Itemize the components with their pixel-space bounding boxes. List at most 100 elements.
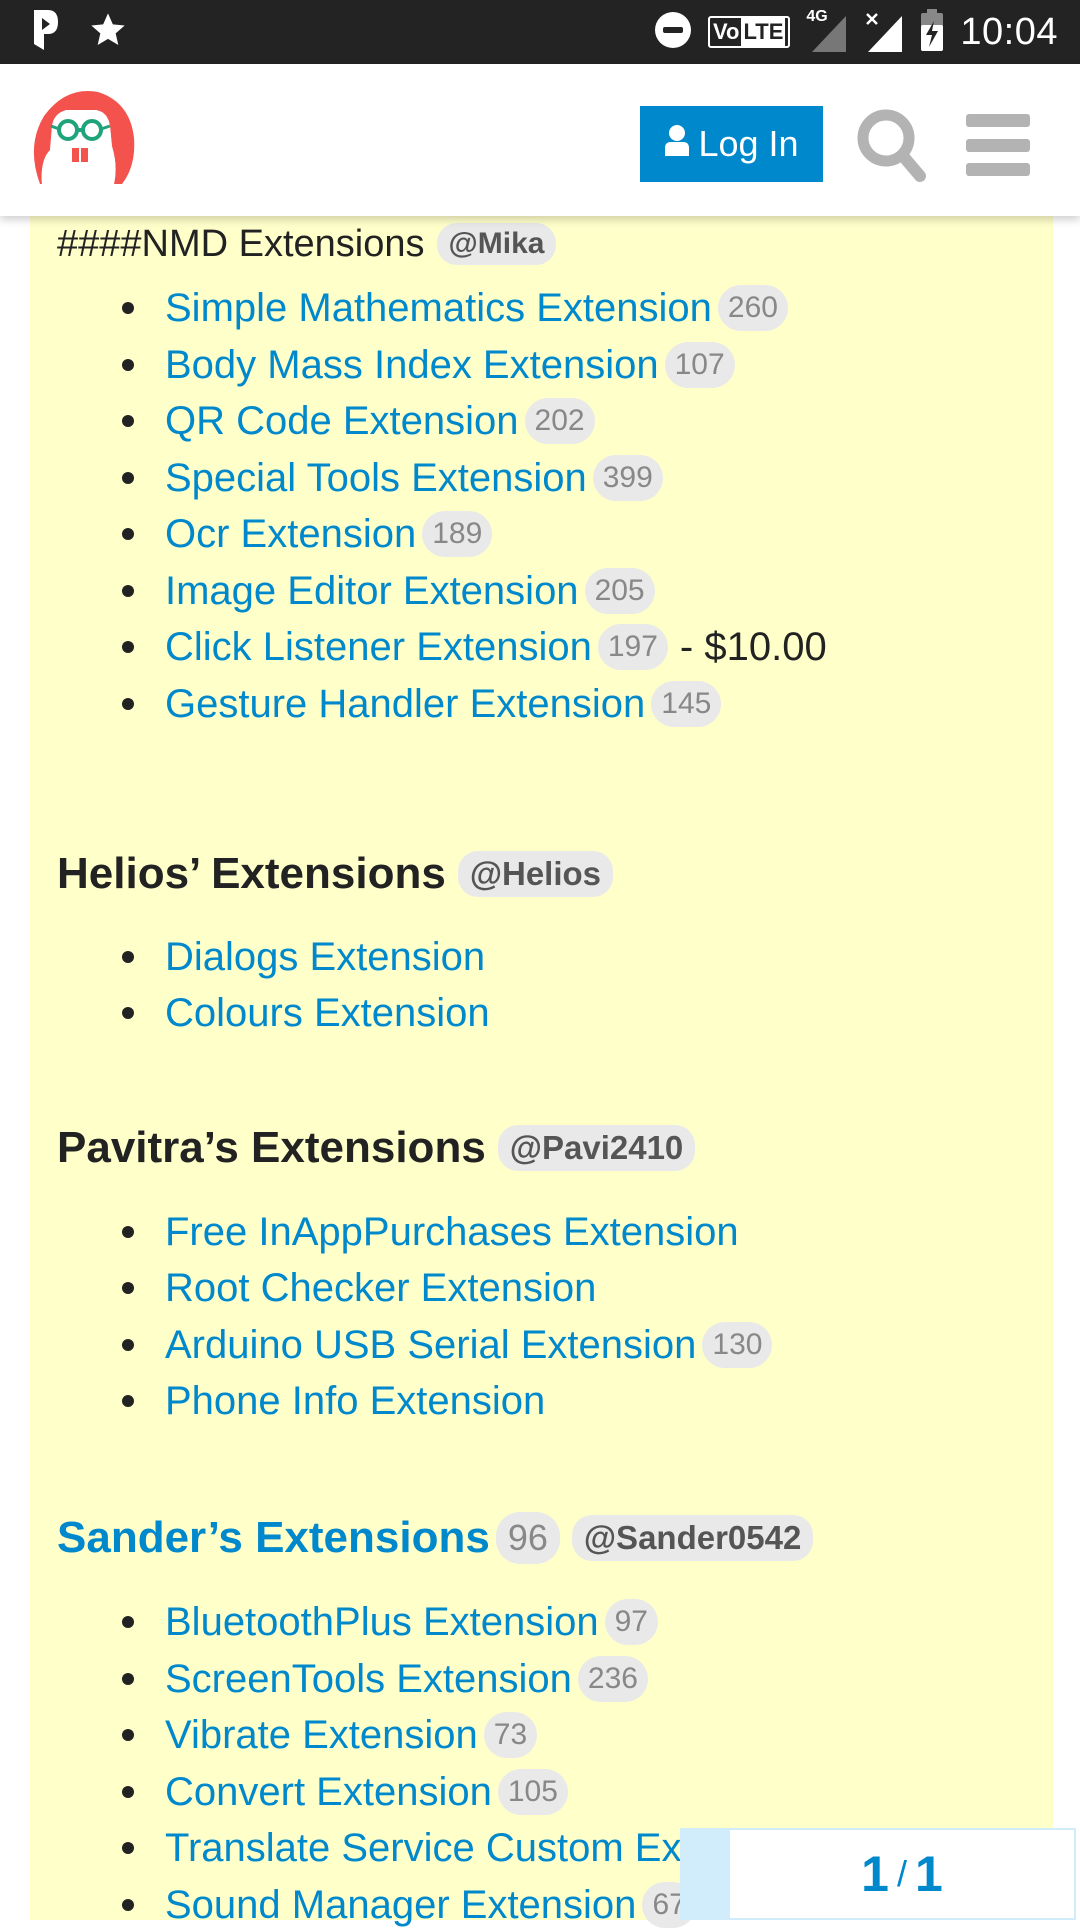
extension-link[interactable]: Root Checker Extension [165, 1266, 596, 1311]
extension-title: Ocr Extension [165, 511, 417, 556]
current-post-number: 1 [861, 1846, 889, 1902]
user-mention[interactable]: @Pavi2410 [497, 1125, 696, 1171]
bullet [122, 1616, 134, 1628]
click-count-badge: 202 [524, 398, 595, 444]
bullet [122, 698, 134, 710]
do-not-disturb-icon [654, 11, 692, 54]
volte-lte-label: LTE [741, 18, 786, 46]
click-count-badge: 107 [664, 342, 735, 388]
extension-title: Vibrate Extension [165, 1712, 478, 1757]
extension-link[interactable]: Ocr Extension 189 [165, 511, 493, 557]
bullet [122, 302, 134, 314]
extension-link[interactable]: Free InAppPurchases Extension [165, 1210, 739, 1255]
bullet [122, 1899, 134, 1911]
bullet [122, 1842, 134, 1854]
click-count-badge: 96 [495, 1512, 560, 1564]
extension-link[interactable]: Sound Manager Extension 67 [165, 1882, 696, 1928]
bullet [122, 1226, 134, 1238]
bullet [122, 359, 134, 371]
status-bar: Vo LTE 4G 10:04 [0, 0, 1080, 64]
section-heading-pavitra: Pavitra’s Extensions @Pavi2410 [57, 1118, 696, 1178]
extension-link[interactable]: Vibrate Extension 73 [165, 1712, 538, 1758]
hamburger-menu-button[interactable] [966, 114, 1030, 176]
battery-charging-icon [920, 8, 944, 56]
extension-link[interactable]: BluetoothPlus Extension 97 [165, 1599, 658, 1645]
extension-title: Click Listener Extension [165, 624, 592, 669]
extension-link[interactable]: Click Listener Extension 197- $10.00 [165, 624, 827, 670]
click-count-badge: 105 [497, 1769, 568, 1815]
section-title: ####NMD Extensions [57, 222, 425, 265]
extension-title: Convert Extension [165, 1769, 492, 1814]
extension-title: Phone Info Extension [165, 1378, 546, 1423]
bullet [122, 641, 134, 653]
bullet [122, 1007, 134, 1019]
user-mention[interactable]: @Sander0542 [571, 1515, 814, 1561]
login-label: Log In [698, 123, 799, 164]
extension-link[interactable]: Gesture Handler Extension 145 [165, 681, 722, 727]
extension-title: Simple Mathematics Extension [165, 285, 712, 330]
counter-separator: / [896, 1853, 907, 1894]
extension-link[interactable]: Simple Mathematics Extension 260 [165, 285, 788, 331]
pocket-casts-icon [30, 8, 60, 57]
extension-title: Special Tools Extension [165, 455, 587, 500]
click-count-badge: 145 [651, 681, 722, 727]
user-icon [664, 123, 690, 165]
extension-link[interactable]: Phone Info Extension [165, 1379, 545, 1424]
user-mention[interactable]: @Mika [436, 223, 557, 265]
menu-bar [966, 138, 1030, 152]
bullet [122, 951, 134, 963]
extension-link[interactable]: ScreenTools Extension 236 [165, 1656, 648, 1702]
search-button[interactable] [856, 108, 928, 184]
click-count-badge: 197 [597, 624, 668, 670]
section-title-link[interactable]: Sander’s Extensions [57, 1513, 490, 1563]
extension-link[interactable]: Body Mass Index Extension 107 [165, 342, 735, 388]
extension-link[interactable]: Dialogs Extension [165, 935, 485, 980]
extension-link[interactable]: QR Code Extension 202 [165, 398, 595, 444]
bullet [122, 1786, 134, 1798]
extension-link[interactable]: Arduino USB Serial Extension 130 [165, 1322, 773, 1368]
bullet [122, 415, 134, 427]
price-label: - $10.00 [679, 624, 827, 669]
bullet [122, 1339, 134, 1351]
bullet [122, 1673, 134, 1685]
extension-title: Arduino USB Serial Extension [165, 1322, 697, 1367]
click-count-badge: 189 [422, 511, 493, 557]
extension-link[interactable]: Image Editor Extension 205 [165, 568, 655, 614]
app-inventor-logo[interactable] [26, 86, 136, 186]
extension-title: Gesture Handler Extension [165, 681, 646, 726]
extension-title: Root Checker Extension [165, 1265, 597, 1310]
extension-title: ScreenTools Extension [165, 1656, 572, 1701]
post-counter: 1 / 1 [730, 1830, 1074, 1918]
click-count-badge: 97 [604, 1599, 658, 1645]
section-title: Helios’ Extensions [57, 849, 446, 898]
bullet [122, 472, 134, 484]
volte-vo-label: Vo [713, 19, 740, 44]
extension-title: Colours Extension [165, 990, 490, 1035]
click-count-badge: 236 [577, 1656, 648, 1702]
menu-bar [966, 114, 1030, 127]
menu-bar [966, 163, 1030, 176]
click-count-badge: 205 [584, 568, 655, 614]
section-title: Pavitra’s Extensions [57, 1123, 486, 1172]
bullet [122, 1395, 134, 1407]
clock: 10:04 [960, 10, 1058, 53]
click-count-badge: 73 [483, 1712, 538, 1758]
extension-title: BluetoothPlus Extension [165, 1599, 599, 1644]
extension-title: Image Editor Extension [165, 568, 579, 613]
topic-progress-widget[interactable]: 1 / 1 [680, 1828, 1076, 1920]
extension-link[interactable]: Special Tools Extension 399 [165, 455, 663, 501]
total-posts-number: 1 [915, 1846, 943, 1902]
extension-title: QR Code Extension [165, 398, 519, 443]
user-mention[interactable]: @Helios [457, 851, 614, 897]
bullet [122, 528, 134, 540]
login-button[interactable]: Log In [640, 106, 823, 182]
extension-link[interactable]: Convert Extension 105 [165, 1769, 568, 1815]
signal-no-sim-icon [864, 12, 904, 52]
extension-title: Body Mass Index Extension [165, 342, 659, 387]
click-count-badge: 130 [702, 1322, 773, 1368]
extension-link[interactable]: Colours Extension [165, 991, 490, 1036]
section-heading-helios: Helios’ Extensions @Helios [57, 844, 614, 904]
extension-title: Free InAppPurchases Extension [165, 1209, 739, 1254]
signal-4g-icon: 4G [806, 8, 848, 52]
extension-title: Sound Manager Extension [165, 1882, 637, 1927]
